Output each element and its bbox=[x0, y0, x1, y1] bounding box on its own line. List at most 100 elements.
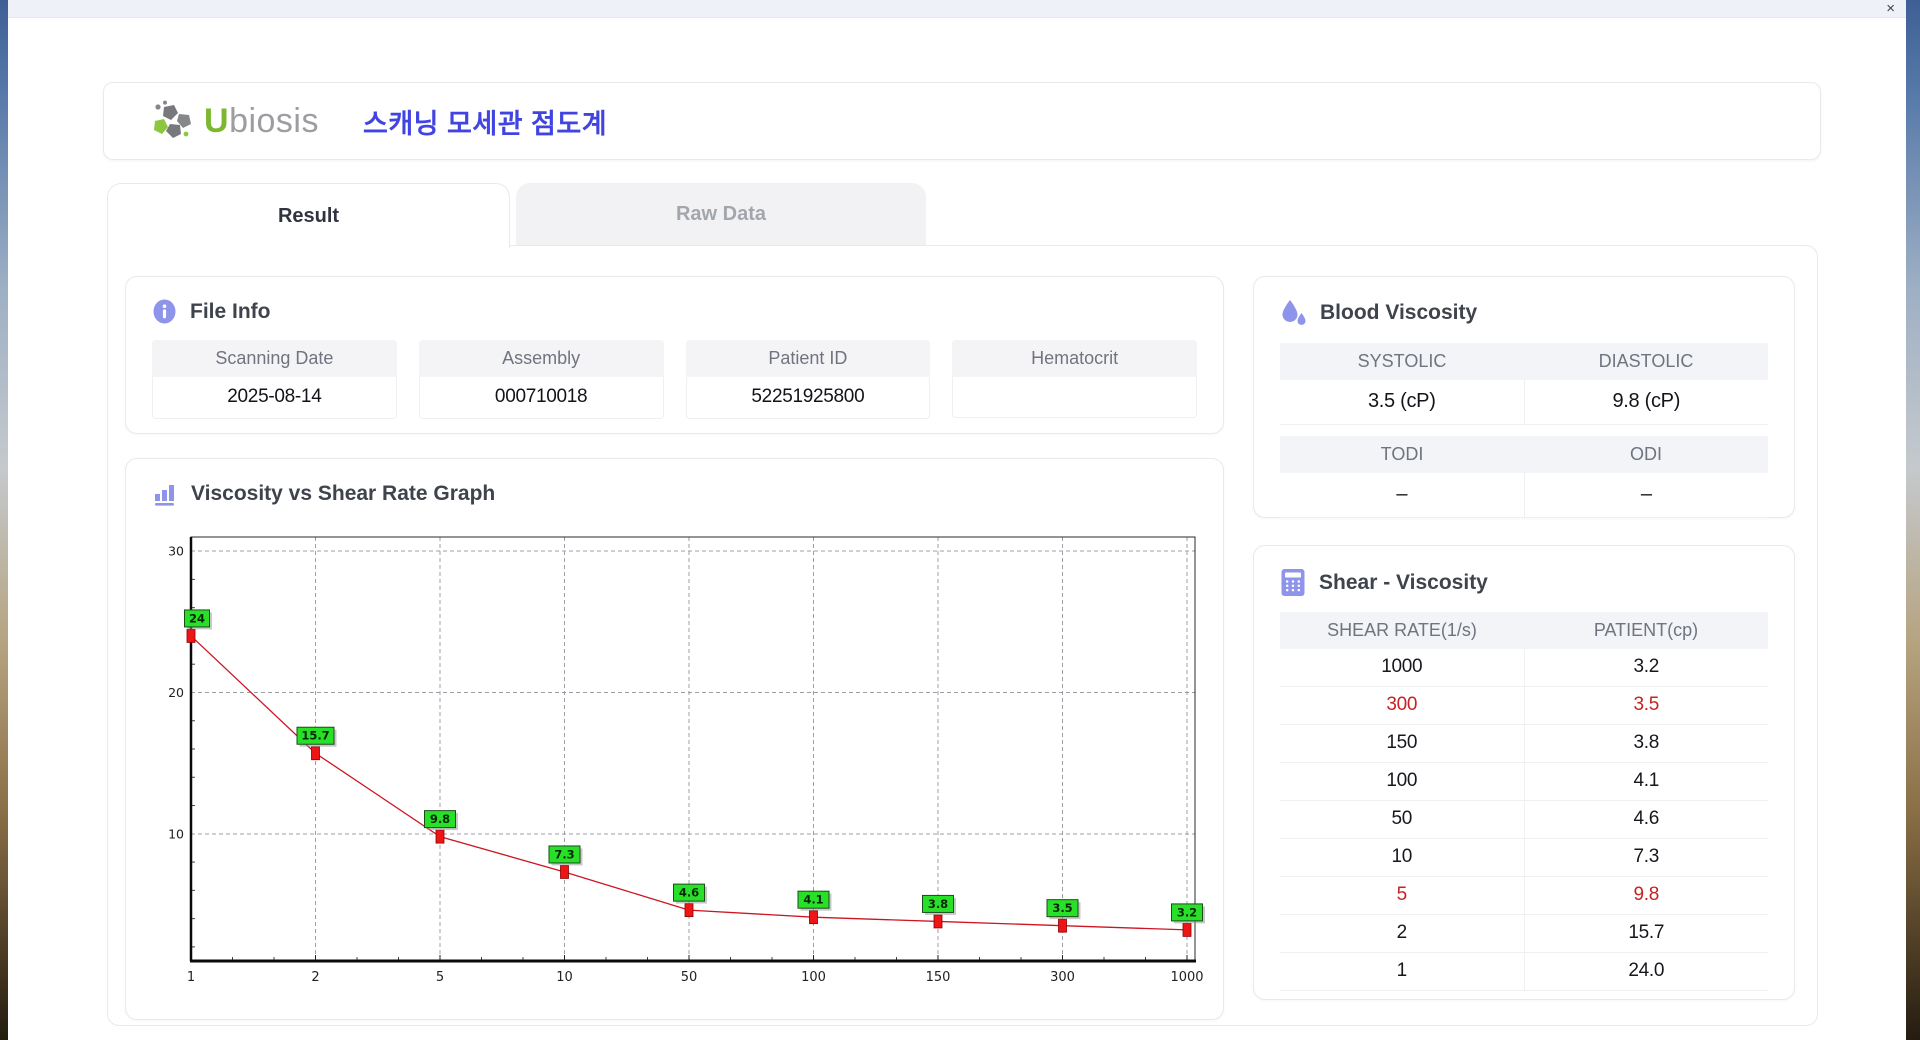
sv-cell-shear-rate: 1 bbox=[1280, 953, 1525, 991]
sv-cell-shear-rate: 100 bbox=[1280, 763, 1525, 801]
svg-text:300: 300 bbox=[1050, 970, 1075, 985]
sv-cell-shear-rate: 1000 bbox=[1280, 649, 1525, 687]
blood-viscosity-table: SYSTOLIC DIASTOLIC 3.5 (cP) 9.8 (cP) TOD… bbox=[1280, 343, 1768, 518]
bv-header-odi: ODI bbox=[1629, 444, 1662, 464]
shear-viscosity-table: SHEAR RATE(1/s) PATIENT(cp) 1000 3.2 300 3.… bbox=[1280, 612, 1768, 991]
field-value: 2025-08-14 bbox=[152, 377, 397, 419]
svg-text:7.3: 7.3 bbox=[554, 847, 574, 861]
field-hematocrit: Hematocrit bbox=[952, 340, 1197, 419]
svg-text:1000: 1000 bbox=[1170, 970, 1203, 985]
svg-text:4.1: 4.1 bbox=[803, 893, 823, 907]
shear-viscosity-title: Shear - Viscosity bbox=[1319, 570, 1488, 594]
sv-header-shear-rate: SHEAR RATE(1/s) bbox=[1327, 620, 1477, 640]
svg-text:50: 50 bbox=[681, 970, 698, 985]
shear-viscosity-row: 100 4.1 bbox=[1280, 763, 1768, 801]
calculator-icon bbox=[1281, 569, 1305, 596]
shear-viscosity-row: 50 4.6 bbox=[1280, 801, 1768, 839]
field-value: 000710018 bbox=[418, 377, 664, 419]
blood-viscosity-card: Blood Viscosity SYSTOLIC DIASTOLIC 3.5 (… bbox=[1253, 276, 1795, 518]
bv-value-systolic: 3.5 (cP) bbox=[1280, 380, 1525, 425]
svg-text:20: 20 bbox=[168, 685, 184, 700]
bv-value-diastolic: 9.8 (cP) bbox=[1524, 380, 1768, 425]
svg-text:5: 5 bbox=[436, 970, 444, 985]
bv-header-todi: TODI bbox=[1380, 444, 1424, 464]
field-label: Hematocrit bbox=[952, 340, 1197, 377]
info-icon bbox=[153, 299, 176, 324]
svg-text:24: 24 bbox=[189, 611, 205, 625]
field-label: Assembly bbox=[418, 340, 664, 377]
viscosity-chart-svg: 10 20 30 1 2 5 10 50 100 150 300 1000 24 15.7 9.8 7.3 4.… bbox=[168, 536, 1205, 985]
file-info-title: File Info bbox=[190, 299, 271, 323]
app-window: × Ubiosis 스캐닝 모세관 점도계 Result Raw Data Fi… bbox=[8, 0, 1906, 1040]
droplets-icon bbox=[1282, 300, 1306, 325]
shear-viscosity-row: 150 3.8 bbox=[1280, 725, 1768, 763]
sv-cell-patient: 3.2 bbox=[1524, 649, 1768, 687]
app-title: 스캐닝 모세관 점도계 bbox=[363, 108, 608, 139]
shear-viscosity-row: 5 9.8 bbox=[1280, 877, 1768, 915]
file-info-card: File Info Scanning Date 2025-08-14 Assem… bbox=[125, 276, 1224, 434]
ubiosis-logo-icon bbox=[154, 100, 191, 138]
sv-cell-patient: 9.8 bbox=[1524, 877, 1768, 915]
svg-text:150: 150 bbox=[926, 970, 951, 985]
field-scanning-date: Scanning Date 2025-08-14 bbox=[152, 340, 397, 419]
sv-header-patient: PATIENT(cp) bbox=[1593, 620, 1699, 640]
svg-text:3.8: 3.8 bbox=[928, 897, 948, 911]
bv-value-odi: – bbox=[1524, 473, 1768, 518]
graph-title: Viscosity vs Shear Rate Graph bbox=[191, 482, 496, 505]
field-label: Scanning Date bbox=[152, 340, 397, 377]
field-value: 52251925800 bbox=[685, 377, 931, 419]
shear-viscosity-row: 1000 3.2 bbox=[1280, 649, 1768, 687]
brand-letter-u: U bbox=[204, 101, 230, 140]
svg-text:30: 30 bbox=[168, 544, 184, 559]
svg-text:3.5: 3.5 bbox=[1052, 901, 1072, 915]
viscosity-chart: 10 20 30 1 2 5 10 50 100 150 300 1000 24 15.7 9.8 7.3 4.… bbox=[150, 529, 1210, 994]
shear-viscosity-table-body: 1000 3.2 300 3.5 150 3.8 100 4.1 50 4.6 10 7.3 5 9.8 2… bbox=[1280, 649, 1768, 991]
file-info-fields: Scanning Date 2025-08-14 Assembly 000710… bbox=[126, 324, 1223, 419]
svg-text:1: 1 bbox=[187, 970, 195, 985]
tab-result[interactable]: Result bbox=[107, 183, 510, 248]
sv-cell-shear-rate: 10 bbox=[1280, 839, 1525, 877]
shear-viscosity-row: 1 24.0 bbox=[1280, 953, 1768, 991]
sv-cell-patient: 4.6 bbox=[1524, 801, 1768, 839]
shear-viscosity-card: Shear - Viscosity SHEAR RATE(1/s) PATIEN… bbox=[1253, 545, 1795, 1000]
header-card: Ubiosis 스캐닝 모세관 점도계 bbox=[103, 82, 1821, 160]
tab-raw-data[interactable]: Raw Data bbox=[516, 183, 926, 245]
field-label: Patient ID bbox=[685, 340, 931, 377]
svg-text:10: 10 bbox=[168, 826, 184, 841]
sv-cell-shear-rate: 300 bbox=[1280, 687, 1525, 725]
field-value bbox=[952, 377, 1197, 418]
sv-cell-shear-rate: 5 bbox=[1280, 877, 1525, 915]
shear-viscosity-row: 300 3.5 bbox=[1280, 687, 1768, 725]
sv-cell-patient: 3.5 bbox=[1524, 687, 1768, 725]
bv-header-systolic: SYSTOLIC bbox=[1357, 351, 1447, 371]
bv-value-todi: – bbox=[1280, 473, 1525, 518]
svg-text:9.8: 9.8 bbox=[430, 812, 450, 826]
sv-cell-shear-rate: 50 bbox=[1280, 801, 1525, 839]
svg-text:3.2: 3.2 bbox=[1177, 905, 1197, 919]
sv-cell-patient: 15.7 bbox=[1524, 915, 1768, 953]
bv-header-diastolic: DIASTOLIC bbox=[1598, 351, 1694, 371]
shear-viscosity-row: 2 15.7 bbox=[1280, 915, 1768, 953]
svg-text:2: 2 bbox=[311, 970, 319, 985]
field-assembly: Assembly 000710018 bbox=[418, 340, 664, 419]
sv-cell-patient: 4.1 bbox=[1524, 763, 1768, 801]
sv-cell-patient: 3.8 bbox=[1524, 725, 1768, 763]
brand-name: Ubiosis bbox=[204, 102, 319, 141]
close-button[interactable]: × bbox=[1886, 0, 1895, 17]
field-patient-id: Patient ID 52251925800 bbox=[685, 340, 931, 419]
sv-cell-shear-rate: 2 bbox=[1280, 915, 1525, 953]
bar-chart-icon bbox=[155, 485, 174, 506]
svg-text:15.7: 15.7 bbox=[301, 729, 329, 743]
viscosity-graph-card: Viscosity vs Shear Rate Graph 10 20 30 1 2 5 1… bbox=[125, 458, 1224, 1020]
svg-text:10: 10 bbox=[556, 970, 573, 985]
shear-viscosity-row: 10 7.3 bbox=[1280, 839, 1768, 877]
brand-logo: Ubiosis bbox=[150, 99, 319, 143]
sv-cell-patient: 7.3 bbox=[1524, 839, 1768, 877]
sv-cell-shear-rate: 150 bbox=[1280, 725, 1525, 763]
blood-viscosity-title: Blood Viscosity bbox=[1320, 301, 1478, 324]
svg-text:100: 100 bbox=[801, 970, 826, 985]
titlebar: × bbox=[8, 0, 1906, 18]
svg-text:4.6: 4.6 bbox=[679, 886, 699, 900]
sv-cell-patient: 24.0 bbox=[1524, 953, 1768, 991]
brand-rest: biosis bbox=[229, 101, 319, 140]
